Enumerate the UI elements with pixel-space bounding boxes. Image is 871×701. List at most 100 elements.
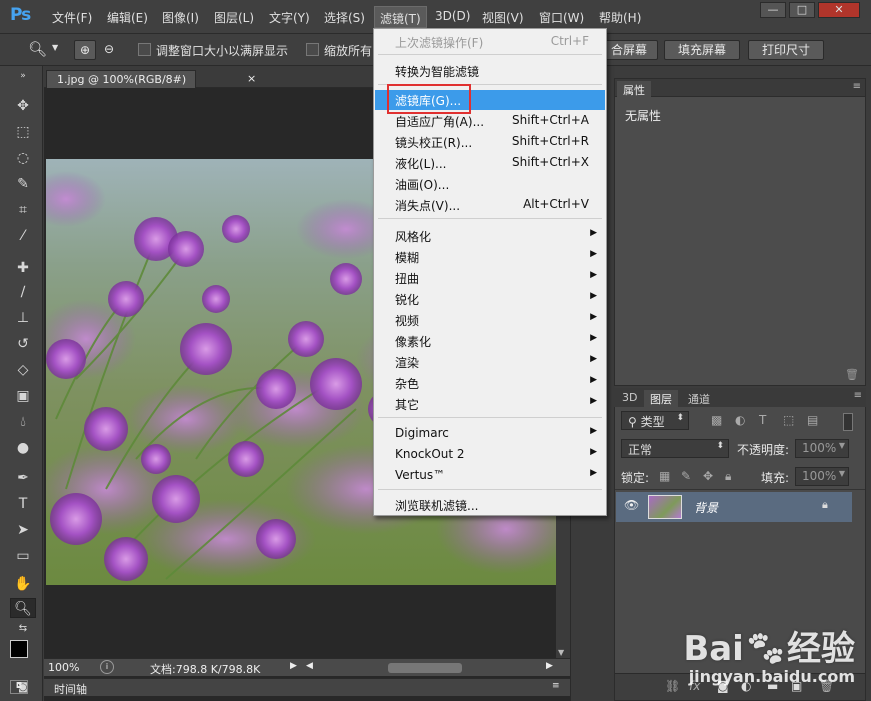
eraser-tool-icon[interactable]: ◇ [10,360,36,380]
status-info-icon[interactable]: i [100,660,114,674]
tab-3d[interactable]: 3D [616,390,643,405]
menu-item-liquify[interactable]: 液化(L)... Shift+Ctrl+X [375,153,605,173]
document-tab[interactable]: 1.jpg @ 100%(RGB/8#) × [46,70,256,88]
menu-select[interactable]: 选择(S) [324,9,365,26]
menu-item-digimarc[interactable]: Digimarc ▶ [375,424,605,444]
menu-item-vertus[interactable]: Vertus™ ▶ [375,466,605,486]
chevron-down-icon[interactable]: ▼ [52,43,58,52]
timeline-menu-icon[interactable]: ≡ [552,681,560,691]
menu-edit[interactable]: 编辑(E) [107,9,148,26]
panel-menu-icon[interactable]: ≡ [854,390,862,401]
tab-channels[interactable]: 通道 [682,390,716,408]
status-menu-arrow-icon[interactable]: ▶ [290,661,297,671]
fill-input[interactable]: 100% ▼ [795,467,849,486]
visibility-eye-icon[interactable]: 👁︎ [624,498,639,512]
blur-tool-icon[interactable]: 💧︎ [10,412,36,432]
tab-properties[interactable]: 属性 [617,81,651,99]
eyedropper-tool-icon[interactable]: ⁄ [10,226,36,246]
horizontal-scroll-thumb[interactable] [388,663,462,673]
minimize-button[interactable]: — [760,2,786,18]
path-select-tool-icon[interactable]: ➤ [10,520,36,540]
quick-select-tool-icon[interactable]: ✎ [10,174,36,194]
tab-layers[interactable]: 图层 [644,390,678,408]
lock-transparent-icon[interactable]: ▦ [659,469,670,483]
menu-item-render[interactable]: 渲染 ▶ [375,352,605,372]
menu-item-blur[interactable]: 模糊 ▶ [375,247,605,267]
zoom-all-checkbox[interactable] [306,43,319,56]
menu-layer[interactable]: 图层(L) [214,9,254,26]
zoom-level[interactable]: 100% [48,661,79,674]
pen-tool-icon[interactable]: ✒ [10,468,36,488]
crop-tool-icon[interactable]: ⌗ [10,200,36,220]
timeline-label[interactable]: 时间轴 [54,681,87,697]
swap-colors-icon[interactable]: ⇆ [10,622,36,636]
print-size-button[interactable]: 打印尺寸 [748,40,824,60]
lock-position-icon[interactable]: ✥ [703,469,713,483]
layer-filter-select[interactable]: ⚲ 类型 ⬍ [621,411,689,430]
menu-item-distort[interactable]: 扭曲 ▶ [375,268,605,288]
menu-item-oil-paint[interactable]: 油画(O)... [375,174,605,194]
filter-adjust-icon[interactable]: ◐ [735,413,745,427]
history-brush-tool-icon[interactable]: ↺ [10,334,36,354]
hand-tool-icon[interactable]: ✋ [10,574,36,594]
dodge-tool-icon[interactable]: ● [10,438,36,458]
lock-all-icon[interactable]: 🔒︎ [725,469,731,484]
menu-item-sharpen[interactable]: 锐化 ▶ [375,289,605,309]
lasso-tool-icon[interactable]: ◌ [10,148,36,168]
menu-item-other[interactable]: 其它 ▶ [375,394,605,414]
marquee-tool-icon[interactable]: ⬚ [10,122,36,142]
scroll-down-icon[interactable]: ▼ [558,648,564,657]
lock-pixels-icon[interactable]: ✎ [681,469,691,483]
menu-image[interactable]: 图像(I) [162,9,199,26]
scroll-right-icon[interactable]: ▶ [546,661,553,671]
menu-item-lens-correction[interactable]: 镜头校正(R)... Shift+Ctrl+R [375,132,605,152]
gradient-tool-icon[interactable]: ▣ [10,386,36,406]
trash-icon[interactable]: 🗑︎ [845,368,859,381]
zoom-tool-icon[interactable]: 🔍︎ [28,40,47,58]
brush-tool-icon[interactable]: ∕ [10,282,36,302]
zoom-in-icon[interactable]: ⊕ [74,40,96,60]
fill-screen-button[interactable]: 填充屏幕 [664,40,740,60]
menu-view[interactable]: 视图(V) [482,9,524,26]
filter-shape-icon[interactable]: ⬚ [783,413,794,427]
menu-item-noise[interactable]: 杂色 ▶ [375,373,605,393]
clone-stamp-tool-icon[interactable]: ⊥ [10,308,36,328]
type-tool-icon[interactable]: T [10,494,36,514]
collapse-icon[interactable]: » [10,70,36,82]
zoom-tool-icon[interactable]: 🔍︎ [10,598,36,618]
move-tool-icon[interactable]: ✥ [10,96,36,116]
filter-type-icon[interactable]: T [759,413,766,427]
menu-help[interactable]: 帮助(H) [599,9,641,26]
layer-lock-icon[interactable]: 🔒︎ [822,498,828,512]
healing-brush-tool-icon[interactable]: ✚ [10,258,36,278]
resize-window-checkbox[interactable] [138,43,151,56]
opacity-input[interactable]: 100% ▼ [795,439,849,458]
maximize-button[interactable]: □ [789,2,815,18]
menu-item-vanishing-point[interactable]: 消失点(V)... Alt+Ctrl+V [375,195,605,215]
scroll-left-icon[interactable]: ◀ [306,661,313,671]
menu-window[interactable]: 窗口(W) [539,9,584,26]
blend-mode-select[interactable]: 正常 ⬍ [621,439,729,458]
menu-item-knockout[interactable]: KnockOut 2 ▶ [375,445,605,465]
tab-close-icon[interactable]: × [247,72,256,85]
menu-item-adaptive-wide-angle[interactable]: 自适应广角(A)... Shift+Ctrl+A [375,111,605,131]
menu-type[interactable]: 文字(Y) [269,9,310,26]
menu-item-video[interactable]: 视频 ▶ [375,310,605,330]
menu-filter[interactable]: 滤镜(T) [374,6,427,28]
menu-3d[interactable]: 3D(D) [435,9,470,23]
close-button[interactable]: ✕ [818,2,860,18]
filter-pixel-icon[interactable]: ▩ [711,413,722,427]
menu-item-stylize[interactable]: 风格化 ▶ [375,226,605,246]
fit-screen-button[interactable]: 合屏幕 [600,40,658,60]
filter-smart-icon[interactable]: ▤ [807,413,818,427]
menu-file[interactable]: 文件(F) [52,9,92,26]
menu-item-convert-smart[interactable]: 转换为智能滤镜 [375,61,605,81]
menu-item-browse-online[interactable]: 浏览联机滤镜... [375,495,605,515]
layer-name[interactable]: 背景 [694,499,718,516]
foreground-color-swatch[interactable] [10,640,28,658]
zoom-out-icon[interactable]: ⊖ [99,40,119,60]
timeline-toggle-icon[interactable]: ◘ [10,680,28,694]
filter-toggle-switch[interactable] [843,413,853,431]
menu-item-pixelate[interactable]: 像素化 ▶ [375,331,605,351]
shape-tool-icon[interactable]: ▭ [10,546,36,566]
